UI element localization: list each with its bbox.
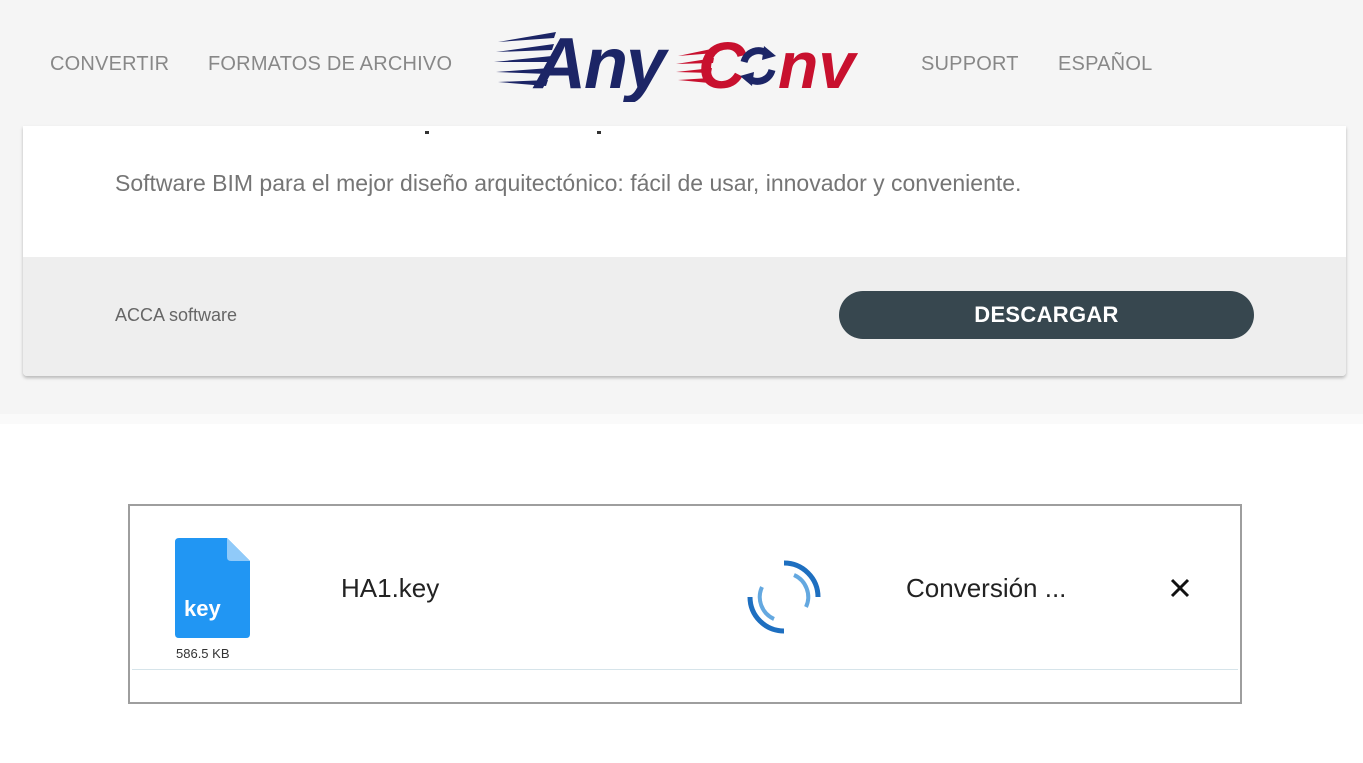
nav-formats-link[interactable]: FORMATOS DE ARCHIVO [208,53,452,76]
section-divider [0,414,1363,424]
ad-brand: ACCA software [115,305,238,325]
clipped-heading-glyphs [425,131,601,134]
row-separator [132,669,1238,670]
key-file-icon: key [175,538,250,638]
loading-spinner-icon [747,560,821,634]
logo-text-nv: nv [778,28,858,102]
file-conversion-panel: key 586.5 KB HA1.key Conversión ... [128,504,1242,704]
ad-card: Software BIM para el mejor diseño arquit… [23,126,1346,376]
file-size: 586.5 KB [176,646,230,661]
close-icon[interactable] [1169,577,1191,599]
ad-card-footer: ACCA software DESCARGAR [23,257,1346,376]
file-icon-label: key [184,596,221,621]
logo-text-c: C [698,28,747,102]
ad-description: Software BIM para el mejor diseño arquit… [115,170,1022,196]
file-name: HA1.key [341,573,440,603]
nav-support-link[interactable]: SUPPORT [921,53,1019,76]
clipped-heading-remnant [23,126,1346,134]
download-button[interactable]: DESCARGAR [839,291,1254,339]
anyconv-logo[interactable]: Any C nv [494,22,866,102]
conversion-status: Conversión ... [906,573,1067,603]
top-navigation: CONVERTIR FORMATOS DE ARCHIVO Any C nv S… [0,0,1363,126]
nav-convert-link[interactable]: CONVERTIR [50,53,169,76]
nav-language-link[interactable]: ESPAÑOL [1058,53,1152,76]
logo-text-any: Any [532,24,670,102]
